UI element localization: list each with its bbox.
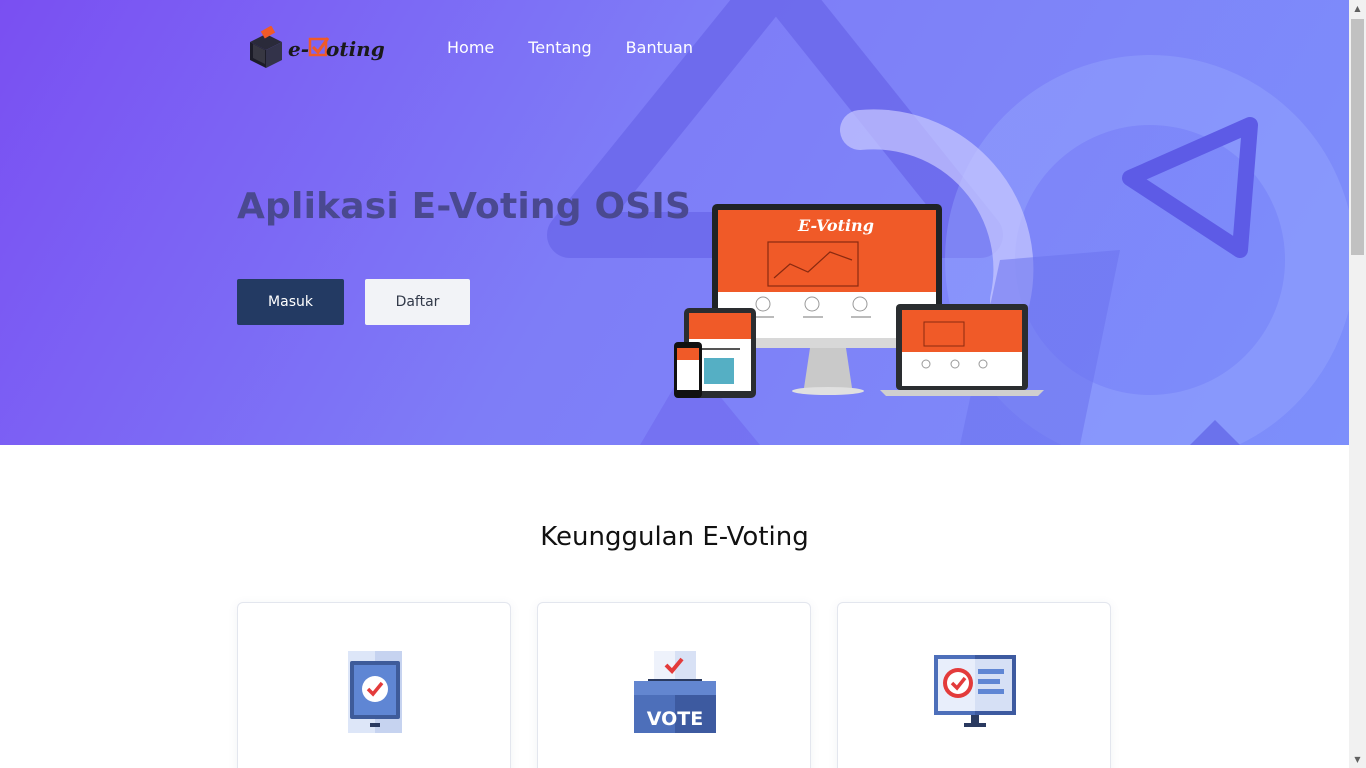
feature-card-desktop — [837, 602, 1111, 768]
nav-home-link[interactable]: Home — [447, 38, 494, 57]
hero-title: Aplikasi E-Voting OSIS — [237, 186, 692, 227]
daftar-button[interactable]: Daftar — [365, 279, 470, 325]
mobile-vote-icon — [348, 651, 402, 733]
main-nav: Home Tentang Bantuan — [447, 38, 693, 57]
feature-card-mobile — [237, 602, 511, 768]
scroll-down-arrow-icon[interactable]: ▼ — [1349, 751, 1366, 768]
svg-text:VOTE: VOTE — [647, 708, 703, 730]
ballot-box-icon: VOTE — [634, 651, 716, 733]
features-title: Keunggulan E-Voting — [540, 522, 809, 552]
svg-text:e-: e- — [288, 37, 309, 61]
scroll-up-arrow-icon[interactable]: ▲ — [1349, 0, 1366, 17]
desktop-vote-icon — [934, 655, 1016, 727]
scroll-thumb[interactable] — [1351, 19, 1364, 255]
devices-illustration: E-Voting — [674, 204, 1044, 398]
feature-card-vote: VOTE — [537, 602, 811, 768]
nav-tentang-link[interactable]: Tentang — [528, 38, 591, 57]
evoting-logo[interactable]: e- oting — [246, 26, 388, 72]
hero-section: e- oting Home Tentang Bantuan Aplikasi E… — [0, 0, 1349, 445]
svg-text:oting: oting — [326, 37, 385, 61]
nav-bantuan-link[interactable]: Bantuan — [626, 38, 693, 57]
svg-text:E-Voting: E-Voting — [797, 216, 874, 235]
vertical-scrollbar[interactable]: ▲ ▼ — [1349, 0, 1366, 768]
masuk-button[interactable]: Masuk — [237, 279, 344, 325]
